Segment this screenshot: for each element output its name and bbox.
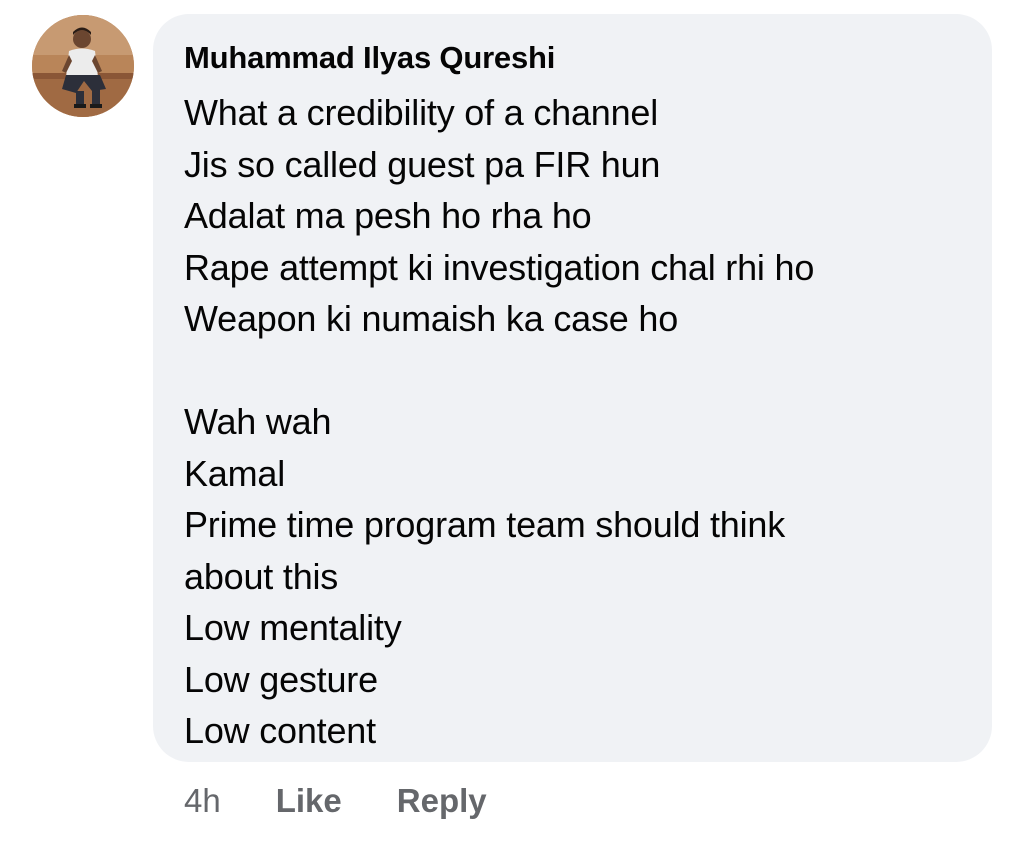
comment-line: Weapon ki numaish ka case ho	[184, 298, 679, 339]
comment-text: What a credibility of a channel Jis so c…	[184, 87, 962, 757]
avatar[interactable]	[32, 15, 134, 117]
comment-line: Wah wah	[184, 401, 332, 442]
reply-button[interactable]: Reply	[397, 778, 487, 824]
comment-bubble: Muhammad Ilyas Qureshi What a credibilit…	[153, 14, 992, 762]
comment-line: Adalat ma pesh ho rha ho	[184, 195, 592, 236]
author-name[interactable]: Muhammad Ilyas Qureshi	[184, 38, 962, 78]
comment-line: Low mentality	[184, 607, 402, 648]
comment: Muhammad Ilyas Qureshi What a credibilit…	[0, 0, 1024, 842]
comment-line: Rape attempt ki investigation chal rhi h…	[184, 246, 815, 288]
comment-line: Low content	[184, 710, 376, 751]
like-button[interactable]: Like	[276, 778, 342, 824]
profile-photo	[32, 15, 134, 117]
comment-line: What a credibility of a channel	[184, 92, 659, 133]
comment-line: Prime time program team should think	[184, 504, 786, 545]
comment-line: about this	[184, 555, 339, 597]
timestamp[interactable]: 4h	[184, 778, 221, 824]
comment-line-blank	[184, 345, 962, 397]
comment-line: Kamal	[184, 452, 286, 494]
comment-actions: 4h Like Reply	[184, 778, 542, 824]
comment-line: Low gesture	[184, 658, 378, 700]
comment-line: Jis so called guest pa FIR hun	[184, 143, 661, 185]
